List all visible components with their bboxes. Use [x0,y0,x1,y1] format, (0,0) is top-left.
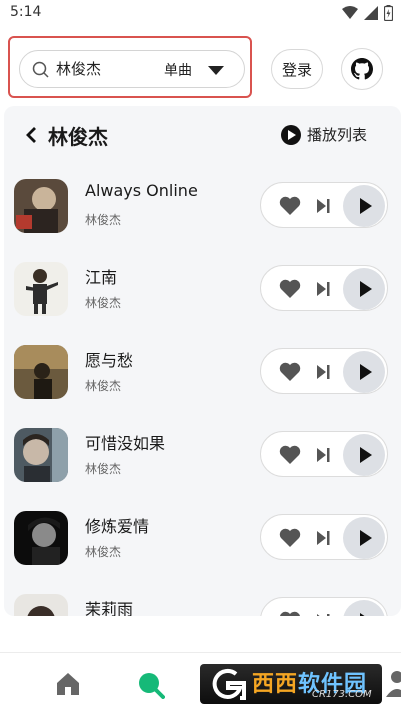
user-icon[interactable] [386,669,401,699]
song-controls [260,265,388,311]
artist-title: 林俊杰 [48,125,108,149]
login-button[interactable]: 登录 [271,49,323,89]
heart-icon[interactable] [279,611,301,616]
heart-icon[interactable] [279,362,301,382]
song-artist: 林俊杰 [85,462,122,476]
play-next-icon[interactable] [315,612,331,616]
search-box[interactable]: 单曲 [19,50,245,88]
song-artist: 林俊杰 [85,379,122,393]
song-title: Always Online [85,181,198,200]
album-cover [14,428,68,482]
playlist-button[interactable]: 播放列表 [281,124,367,145]
caret-down-icon[interactable] [208,66,224,75]
song-artist: 林俊杰 [85,296,122,310]
play-button[interactable] [343,185,385,227]
github-icon [351,58,373,80]
watermark-g-icon [212,668,246,700]
song-controls [260,514,388,560]
heart-icon[interactable] [279,196,301,216]
song-list: Always Online 林俊杰 江南 林俊杰 愿与愁 林俊杰 可惜没如果 林… [4,174,401,616]
play-next-icon[interactable] [315,197,331,215]
watermark-logo: 西西软件园 CR173.COM [200,664,382,704]
song-artist: 林俊杰 [85,213,122,227]
heart-icon[interactable] [279,528,301,548]
play-button[interactable] [343,268,385,310]
battery-icon [384,5,393,21]
play-next-icon[interactable] [315,280,331,298]
play-circle-icon [281,124,301,145]
song-controls [260,348,388,394]
search-type-select[interactable]: 单曲 [164,60,192,80]
wifi-icon [342,6,358,19]
song-title: 江南 [85,268,118,287]
song-row[interactable]: 江南 林俊杰 [4,257,401,340]
play-button[interactable] [343,600,385,616]
search-icon [32,61,49,78]
album-cover [14,511,68,565]
play-button[interactable] [343,434,385,476]
bottom-nav: 西西软件园 CR173.COM [0,652,401,713]
album-cover [14,345,68,399]
status-bar: 5:14 [0,0,401,28]
play-button[interactable] [343,351,385,393]
watermark-domain: CR173.COM [312,689,372,700]
play-next-icon[interactable] [315,363,331,381]
song-row[interactable]: 可惜没如果 林俊杰 [4,423,401,506]
search-nav-icon[interactable] [137,671,165,699]
home-icon[interactable] [55,671,81,697]
watermark-brand-a: 西西 [252,672,299,697]
song-title: 修炼爱情 [85,517,150,536]
status-time: 5:14 [10,4,42,20]
playlist-label: 播放列表 [307,126,368,144]
github-button[interactable] [341,48,383,90]
signal-icon [364,6,378,20]
song-title: 愿与愁 [85,351,134,370]
album-cover [14,262,68,316]
song-artist: 林俊杰 [85,545,122,559]
album-cover [14,594,68,616]
status-icons [342,5,393,21]
play-next-icon[interactable] [315,446,331,464]
song-row[interactable]: Always Online 林俊杰 [4,174,401,257]
song-row[interactable]: 修炼爱情 林俊杰 [4,506,401,589]
song-controls [260,182,388,228]
song-row[interactable]: 愿与愁 林俊杰 [4,340,401,423]
heart-icon[interactable] [279,445,301,465]
search-input[interactable] [56,59,156,77]
play-next-icon[interactable] [315,529,331,547]
album-cover [14,179,68,233]
song-title: 茉莉雨 [85,600,134,616]
back-arrow-icon[interactable] [24,126,38,144]
heart-icon[interactable] [279,279,301,299]
song-row[interactable]: 茉莉雨 [4,589,401,616]
song-panel: 林俊杰 播放列表 Always Online 林俊杰 江南 林俊杰 愿与愁 林俊… [4,106,401,616]
song-title: 可惜没如果 [85,434,166,453]
song-controls [260,431,388,477]
play-button[interactable] [343,517,385,559]
song-controls [260,597,388,616]
